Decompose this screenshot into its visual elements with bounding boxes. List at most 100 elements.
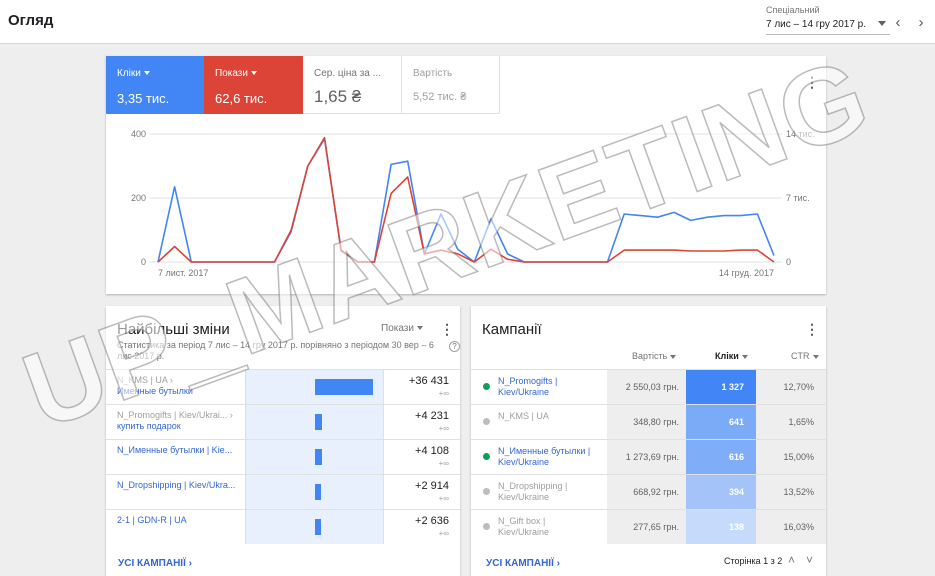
chevron-right-icon[interactable]: › [913, 15, 929, 32]
performance-chart-card: Кліки 3,35 тис. Покази 62,6 тис. Сер. ці… [106, 56, 826, 294]
ctr-cell: 15,00% [756, 440, 826, 474]
campaign-name[interactable]: N_Именные бутылки | Kiev/Ukraine [498, 446, 598, 468]
metric-tab-impressions[interactable]: Покази 62,6 тис. [204, 56, 303, 114]
metric-tab-avg-cpc[interactable]: Сер. ціна за ... 1,65 ₴ [303, 56, 402, 114]
campaign-name-line: N_Promogifts | Kiev/Ukrai... › [117, 410, 233, 420]
more-options-icon[interactable]: ⋮ [440, 321, 454, 337]
more-options-icon[interactable]: ⋮ [805, 74, 819, 90]
change-delta: +∞ [438, 389, 449, 398]
change-value: +36 431 [408, 375, 449, 387]
cost-cell: 1 273,69 грн. [607, 440, 686, 474]
y-tick-label-left: 0 [141, 257, 146, 267]
campaign-name[interactable]: N_Dropshipping | Kiev/Ukra... [117, 480, 242, 491]
table-row[interactable]: N_Promogifts | Kiev/Ukraine 2 550,03 грн.… [471, 369, 826, 404]
clicks-cell: 138 [686, 510, 756, 544]
chevron-right-icon: › [556, 558, 560, 569]
chevron-left-icon[interactable]: ‹ [890, 15, 906, 32]
series-line-clicks [157, 137, 775, 263]
changes-table: N_KMS | UA › Именные бутылки +36 431 +∞ N_Pr… [106, 369, 460, 544]
table-row[interactable]: N_Dropshipping | Kiev/Ukra... +2 914 +∞ [106, 474, 460, 509]
table-row[interactable]: 2-1 | GDN-R | UA +2 636 +∞ [106, 509, 460, 544]
campaign-name-line: 2-1 | GDN-R | UA [117, 515, 187, 525]
date-range-label: Спеціальний [766, 5, 820, 15]
bar-cell [245, 475, 384, 509]
y-tick-label-left: 200 [131, 193, 146, 203]
status-dot-icon [483, 418, 490, 425]
dropdown-caret-icon[interactable] [878, 21, 886, 26]
metric-value: 1,65 ₴ [314, 87, 362, 106]
all-campaigns-link[interactable]: УСІ КАМПАНІЇ › [118, 558, 192, 569]
caret-down-icon[interactable] [250, 71, 257, 76]
more-options-icon[interactable]: ⋮ [805, 321, 819, 337]
change-delta: +∞ [438, 459, 449, 468]
campaign-name[interactable]: N_Именные бутылки | Kie... [117, 445, 242, 456]
sort-caret-icon [812, 354, 819, 359]
y-tick-label-left: 400 [131, 129, 146, 139]
change-bar [315, 449, 322, 465]
change-bar [315, 379, 373, 395]
pagination-label: Сторінка 1 з 2 [724, 556, 783, 566]
change-delta: +∞ [438, 424, 449, 433]
card-title: Найбільші зміни [117, 321, 230, 338]
campaign-name-line: N_Именные бутылки | Kie... [117, 445, 233, 455]
caret-down-icon[interactable] [416, 326, 423, 331]
campaign-name[interactable]: N_Gift box | Kiev/Ukraine [498, 516, 598, 538]
chevron-right-icon: › [188, 558, 192, 569]
bar-cell [245, 510, 384, 544]
column-header-label: CTR [791, 351, 810, 361]
ctr-cell: 16,03% [756, 510, 826, 544]
table-row[interactable]: N_KMS | UA › Именные бутылки +36 431 +∞ [106, 369, 460, 404]
campaign-name-line: N_Dropshipping | Kiev/Ukra... [117, 480, 236, 490]
chevron-down-icon[interactable]: ˅ [806, 553, 813, 567]
status-dot-icon [483, 383, 490, 390]
change-value: +4 108 [415, 445, 449, 457]
campaign-name[interactable]: N_KMS | UA [498, 411, 598, 422]
column-header-ctr[interactable]: CTR [791, 351, 819, 361]
caret-down-icon[interactable] [143, 71, 150, 76]
table-row[interactable]: N_Именные бутылки | Kie... +4 108 +∞ [106, 439, 460, 474]
column-header-clicks[interactable]: Кліки [715, 351, 748, 361]
campaign-name[interactable]: N_KMS | UA › Именные бутылки [117, 375, 242, 397]
metric-dropdown[interactable]: Покази [381, 323, 423, 334]
keyword-name: купить подарок [117, 421, 181, 431]
change-value: +2 914 [415, 480, 449, 492]
table-row[interactable]: N_Gift box | Kiev/Ukraine 277,65 грн. 138 1… [471, 509, 826, 544]
y-tick-label-right: 0 [786, 257, 791, 267]
table-row[interactable]: N_Именные бутылки | Kiev/Ukraine 1 273,69… [471, 439, 826, 474]
clicks-cell: 394 [686, 475, 756, 509]
change-bar [315, 484, 321, 500]
series-line-impressions [157, 136, 775, 263]
status-dot-icon [483, 488, 490, 495]
ctr-cell: 13,52% [756, 475, 826, 509]
table-row[interactable]: N_Dropshipping | Kiev/Ukraine 668,92 грн.… [471, 474, 826, 509]
cost-cell: 2 550,03 грн. [607, 370, 686, 404]
top-bar: Огляд Спеціальний 7 лис – 14 гру 2017 р.… [0, 0, 935, 44]
bar-cell [245, 440, 384, 474]
date-range-picker[interactable]: Спеціальний 7 лис – 14 гру 2017 р. [766, 5, 890, 35]
all-campaigns-link[interactable]: УСІ КАМПАНІЇ › [486, 558, 560, 569]
metric-tab-clicks[interactable]: Кліки 3,35 тис. [106, 56, 204, 114]
chevron-up-icon[interactable]: ˄ [788, 553, 795, 567]
campaign-name[interactable]: N_Promogifts | Kiev/Ukraine [498, 376, 598, 398]
campaign-name[interactable]: N_Dropshipping | Kiev/Ukraine [498, 481, 598, 503]
metric-label: Сер. ціна за ... [314, 68, 381, 79]
metric-value: 62,6 тис. [215, 91, 268, 106]
table-row[interactable]: N_KMS | UA 348,80 грн. 641 1,65% [471, 404, 826, 439]
status-dot-icon [483, 523, 490, 530]
metric-tab-cost[interactable]: Вартість 5,52 тис. ₴ [402, 56, 500, 114]
page-title: Огляд [8, 12, 54, 29]
date-range-value[interactable]: 7 лис – 14 гру 2017 р. [766, 19, 866, 30]
change-delta: +∞ [438, 494, 449, 503]
help-icon[interactable]: ? [449, 341, 460, 352]
campaign-name-line: N_KMS | UA › [117, 375, 173, 385]
metric-label: Покази [215, 68, 248, 79]
change-value: +2 636 [415, 515, 449, 527]
status-dot-icon [483, 453, 490, 460]
campaign-name[interactable]: N_Promogifts | Kiev/Ukrai... › купить под… [117, 410, 242, 432]
campaign-name[interactable]: 2-1 | GDN-R | UA [117, 515, 242, 526]
bar-cell [245, 370, 384, 404]
column-header-cost[interactable]: Вартість [632, 351, 677, 361]
change-bar [315, 519, 321, 535]
table-row[interactable]: N_Promogifts | Kiev/Ukrai... › купить под… [106, 404, 460, 439]
change-value: +4 231 [415, 410, 449, 422]
